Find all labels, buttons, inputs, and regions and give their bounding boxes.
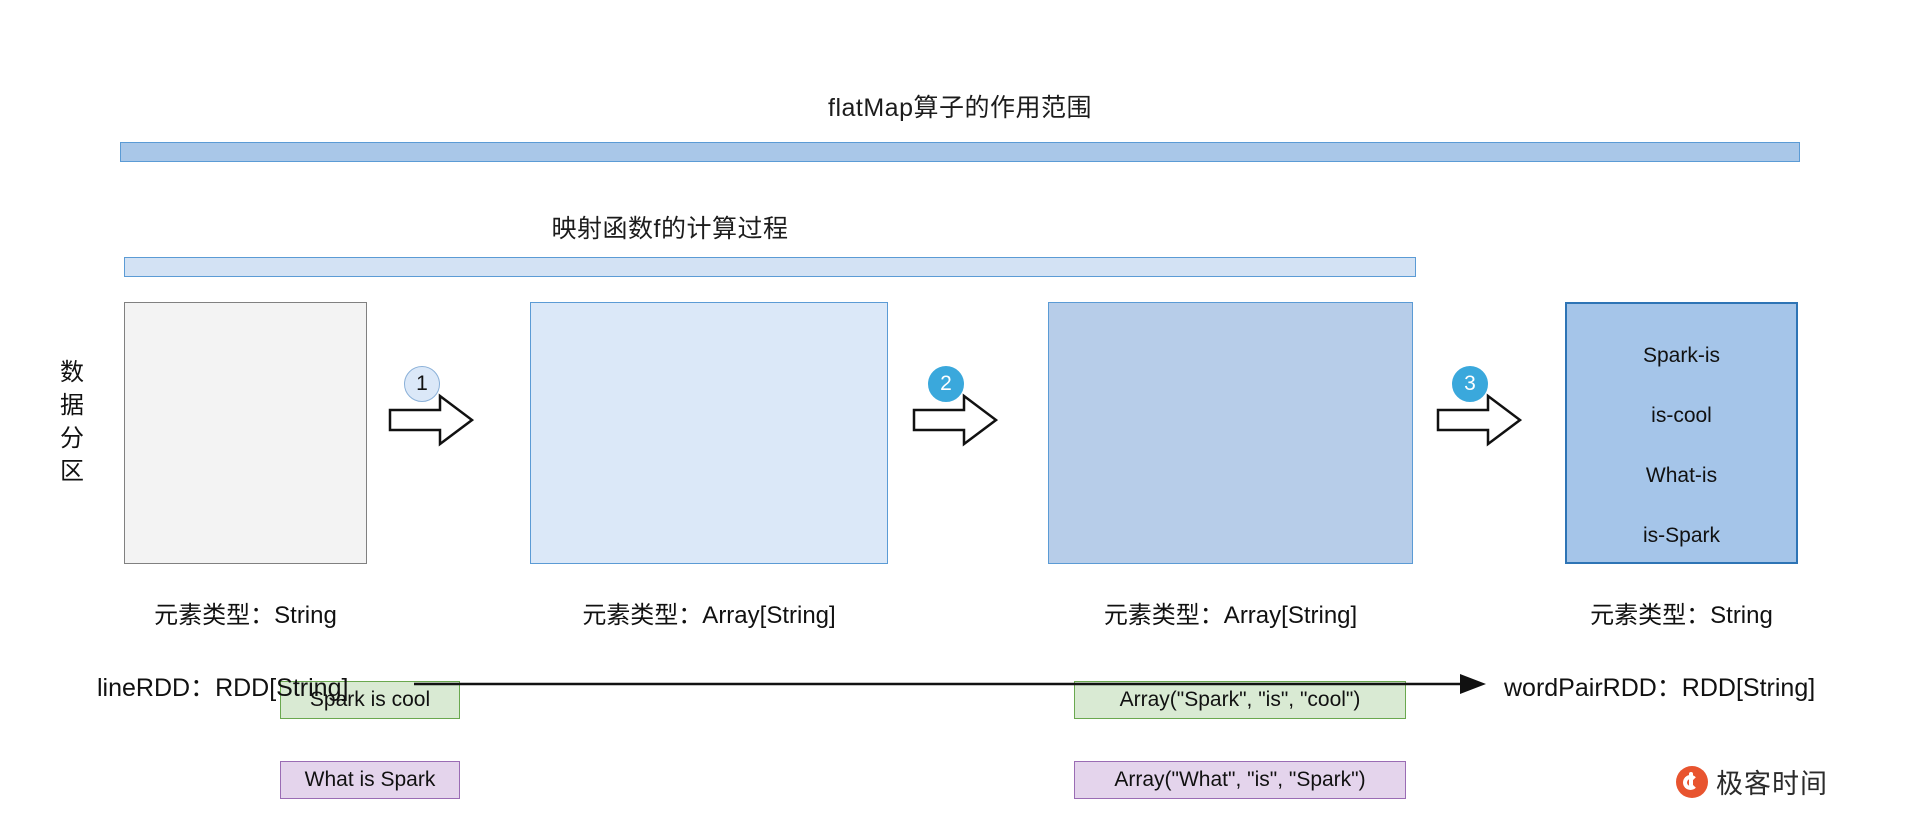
partition-label-char-3: 区 — [60, 458, 84, 485]
element-type-caption: 元素类型：Array[String] — [582, 602, 836, 629]
element-type-caption: 元素类型：String — [154, 602, 337, 629]
stage-box-line-rdd: Spark is cool What is Spark — [124, 302, 460, 799]
element-type-caption: 元素类型：String — [1590, 602, 1773, 629]
flat-element: Spark-is — [1642, 344, 1721, 367]
flatmap-scope-title: flatMap算子的作用范围 — [828, 94, 1092, 122]
data-partition-label: 数 据 分 区 — [55, 356, 89, 488]
watermark-text: 极客时间 — [1716, 769, 1828, 799]
mapping-function-scope-bar — [124, 257, 1416, 277]
element-chip: Array("What", "is", "Spark") — [1074, 761, 1406, 799]
flow-arrow-1-icon — [388, 393, 474, 447]
flat-element: is-cool — [1651, 404, 1712, 427]
geekbang-logo-icon — [1676, 765, 1708, 798]
flow-arrow-3-icon — [1436, 393, 1522, 447]
element-type-caption: 元素类型：Array[String] — [1103, 602, 1358, 629]
flat-element: What-is — [1645, 464, 1718, 487]
element-chip: What is Spark — [280, 761, 460, 799]
rdd-flow-arrow-icon — [414, 674, 1486, 694]
stage-box-after-pairing: Array("Spark-is", "is-cool") Array("What… — [1048, 302, 1413, 564]
flatmap-scope-bar — [120, 142, 1800, 162]
flow-arrow-2-icon — [912, 393, 998, 447]
flat-element: is-Spark — [1642, 524, 1721, 547]
mapping-function-title: 映射函数f的计算过程 — [551, 215, 789, 243]
partition-label-char-0: 数 — [60, 359, 84, 386]
partition-label-char-1: 据 — [60, 392, 84, 419]
stage-box-after-split: Array("Spark", "is", "cool") Array("What… — [530, 302, 1406, 799]
source-rdd-label: lineRDD：RDD[String] — [97, 674, 349, 702]
watermark-logo: 极客时间 — [1676, 762, 1828, 801]
target-rdd-label: wordPairRDD：RDD[String] — [1504, 674, 1816, 702]
partition-label-char-2: 分 — [60, 425, 84, 452]
